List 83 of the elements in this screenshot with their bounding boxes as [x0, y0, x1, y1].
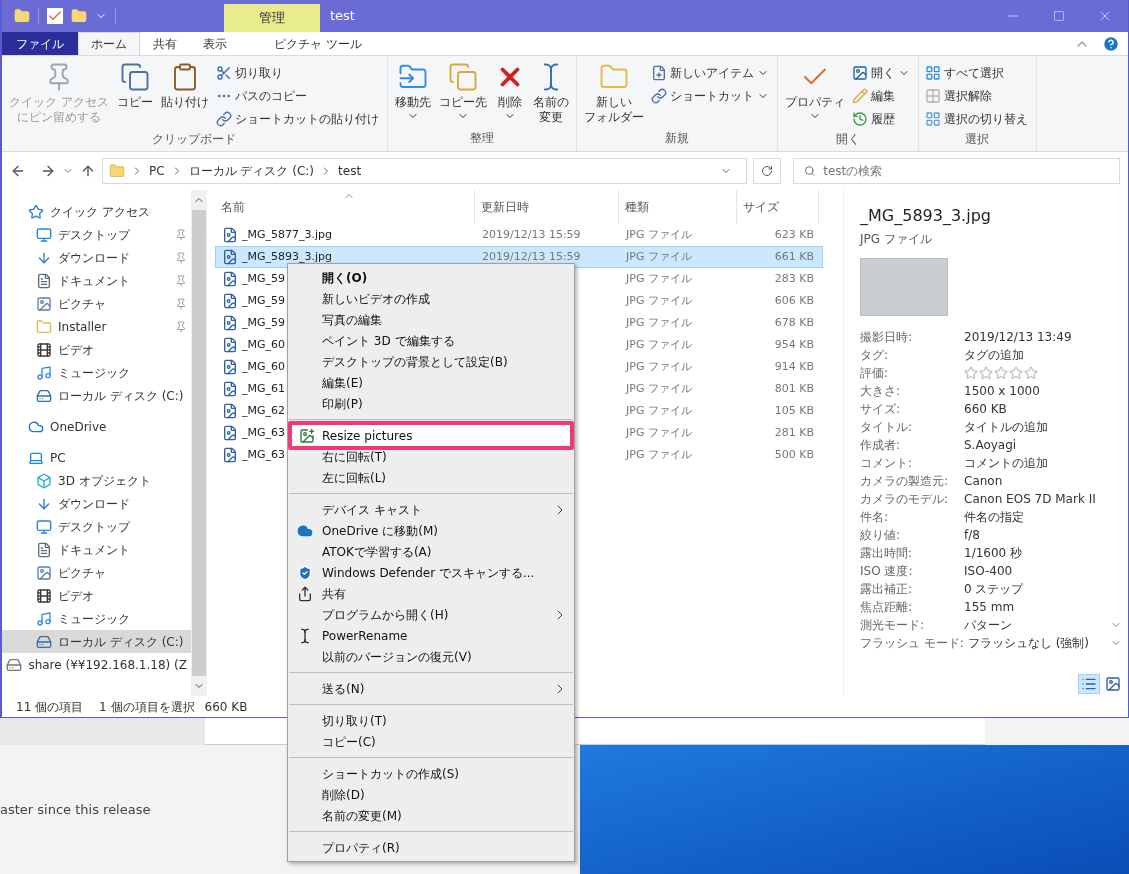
- property-label: サイズ:: [860, 401, 902, 418]
- ribbon-group-label: クリップボード: [151, 131, 238, 148]
- ribbon-group-label: 整理: [468, 130, 495, 147]
- modified-date: 2019/12/13 15:59: [482, 227, 581, 241]
- file-name: _MG_5893_3.jpg: [242, 248, 333, 265]
- property-value: f/8: [964, 527, 981, 544]
- preview-file-type: JPG ファイル: [860, 231, 933, 248]
- file-type: JPG ファイル: [626, 315, 692, 329]
- selection-size: 660 KB: [204, 698, 248, 716]
- property-label: カメラのモデル:: [860, 491, 950, 508]
- file-name: _MG_59: [242, 270, 285, 287]
- property-label: 作成者:: [860, 437, 902, 454]
- file-type: JPG ファイル: [626, 403, 692, 417]
- modified-date: 2019/12/13 15:59: [482, 249, 581, 263]
- file-size: 954 KB: [774, 337, 814, 351]
- property-value: Canon EOS 7D Mark II: [964, 491, 1097, 508]
- file-type: JPG ファイル: [626, 337, 692, 351]
- property-label: 件名:: [860, 509, 890, 526]
- file-size: 606 KB: [774, 293, 814, 307]
- property-value: タイトルの追加: [964, 419, 1049, 436]
- file-type: JPG ファイル: [626, 425, 692, 439]
- file-size: 500 KB: [774, 447, 814, 461]
- file-size: 283 KB: [774, 271, 814, 285]
- file-size: 801 KB: [774, 381, 814, 395]
- property-label: タグ:: [860, 347, 890, 364]
- property-value: タグの追加: [964, 347, 1025, 364]
- property-label: カメラの製造元:: [860, 473, 950, 490]
- file-type: JPG ファイル: [626, 293, 692, 307]
- file-size: 661 KB: [774, 249, 814, 263]
- file-name: _MG_63: [242, 446, 285, 463]
- file-name: _MG_63: [242, 424, 285, 441]
- file-name: _MG_5877_3.jpg: [242, 226, 333, 243]
- property-label: 評価:: [860, 365, 890, 382]
- property-value: 155 mm: [964, 599, 1016, 616]
- property-label: 撮影日時:: [860, 329, 914, 346]
- property-value: 0 ステップ: [964, 581, 1025, 598]
- file-name: _MG_61: [242, 380, 285, 397]
- preview-file-name: _MG_5893_3.jpg: [860, 205, 992, 227]
- file-type: JPG ファイル: [626, 359, 692, 373]
- property-value: フラッシュなし (強制): [967, 635, 1091, 652]
- file-size: 281 KB: [774, 425, 814, 439]
- file-size: 105 KB: [774, 403, 814, 417]
- property-label: 焦点距離:: [860, 599, 914, 616]
- property-value: S.Aoyagi: [964, 437, 1018, 454]
- property-value: 件名の指定: [964, 509, 1025, 526]
- property-label: 露出時間:: [860, 545, 914, 562]
- file-name: _MG_59: [242, 292, 285, 309]
- file-name: _MG_59: [242, 314, 285, 331]
- background-window-text: aster since this release: [0, 800, 151, 819]
- property-value: 2019/12/13 13:49: [964, 329, 1073, 346]
- ribbon-group-label: 新規: [663, 130, 690, 147]
- file-name: _MG_60: [242, 358, 285, 375]
- property-label: ISO 速度:: [860, 563, 914, 580]
- property-label: 測光モード:: [860, 617, 926, 634]
- ribbon-group-label: 選択: [964, 131, 991, 148]
- ribbon-group-label: 開く: [834, 131, 861, 148]
- file-type: JPG ファイル: [626, 447, 692, 461]
- property-label: タイトル:: [860, 419, 914, 436]
- file-name: _MG_60: [242, 336, 285, 353]
- property-label: 露出補正:: [860, 581, 914, 598]
- property-value: ISO-400: [964, 563, 1014, 580]
- window-title: test: [329, 7, 356, 26]
- property-label: コメント:: [860, 455, 914, 472]
- property-value: パターン: [964, 617, 1013, 634]
- file-type: JPG ファイル: [626, 249, 692, 263]
- property-value: 660 KB: [964, 401, 1008, 418]
- file-size: 914 KB: [774, 359, 814, 373]
- property-value: コメントの追加: [964, 455, 1049, 472]
- file-type: JPG ファイル: [626, 227, 692, 241]
- context-tab-header: 管理: [224, 4, 320, 32]
- property-label: 絞り値:: [860, 527, 902, 544]
- property-value: 1/1600 秒: [964, 545, 1024, 562]
- property-value: Canon: [964, 473, 1004, 490]
- file-size: 623 KB: [774, 227, 814, 241]
- property-label: フラッシュ モード:: [860, 635, 965, 652]
- file-type: JPG ファイル: [626, 271, 692, 285]
- property-value: 1500 x 1000: [964, 383, 1041, 400]
- file-name: _MG_62: [242, 402, 285, 419]
- file-type: JPG ファイル: [626, 381, 692, 395]
- property-label: 大きさ:: [860, 383, 902, 400]
- item-count: 11 個の項目: [16, 698, 84, 716]
- file-size: 678 KB: [774, 315, 814, 329]
- selection-count: 1 個の項目を選択: [99, 698, 195, 716]
